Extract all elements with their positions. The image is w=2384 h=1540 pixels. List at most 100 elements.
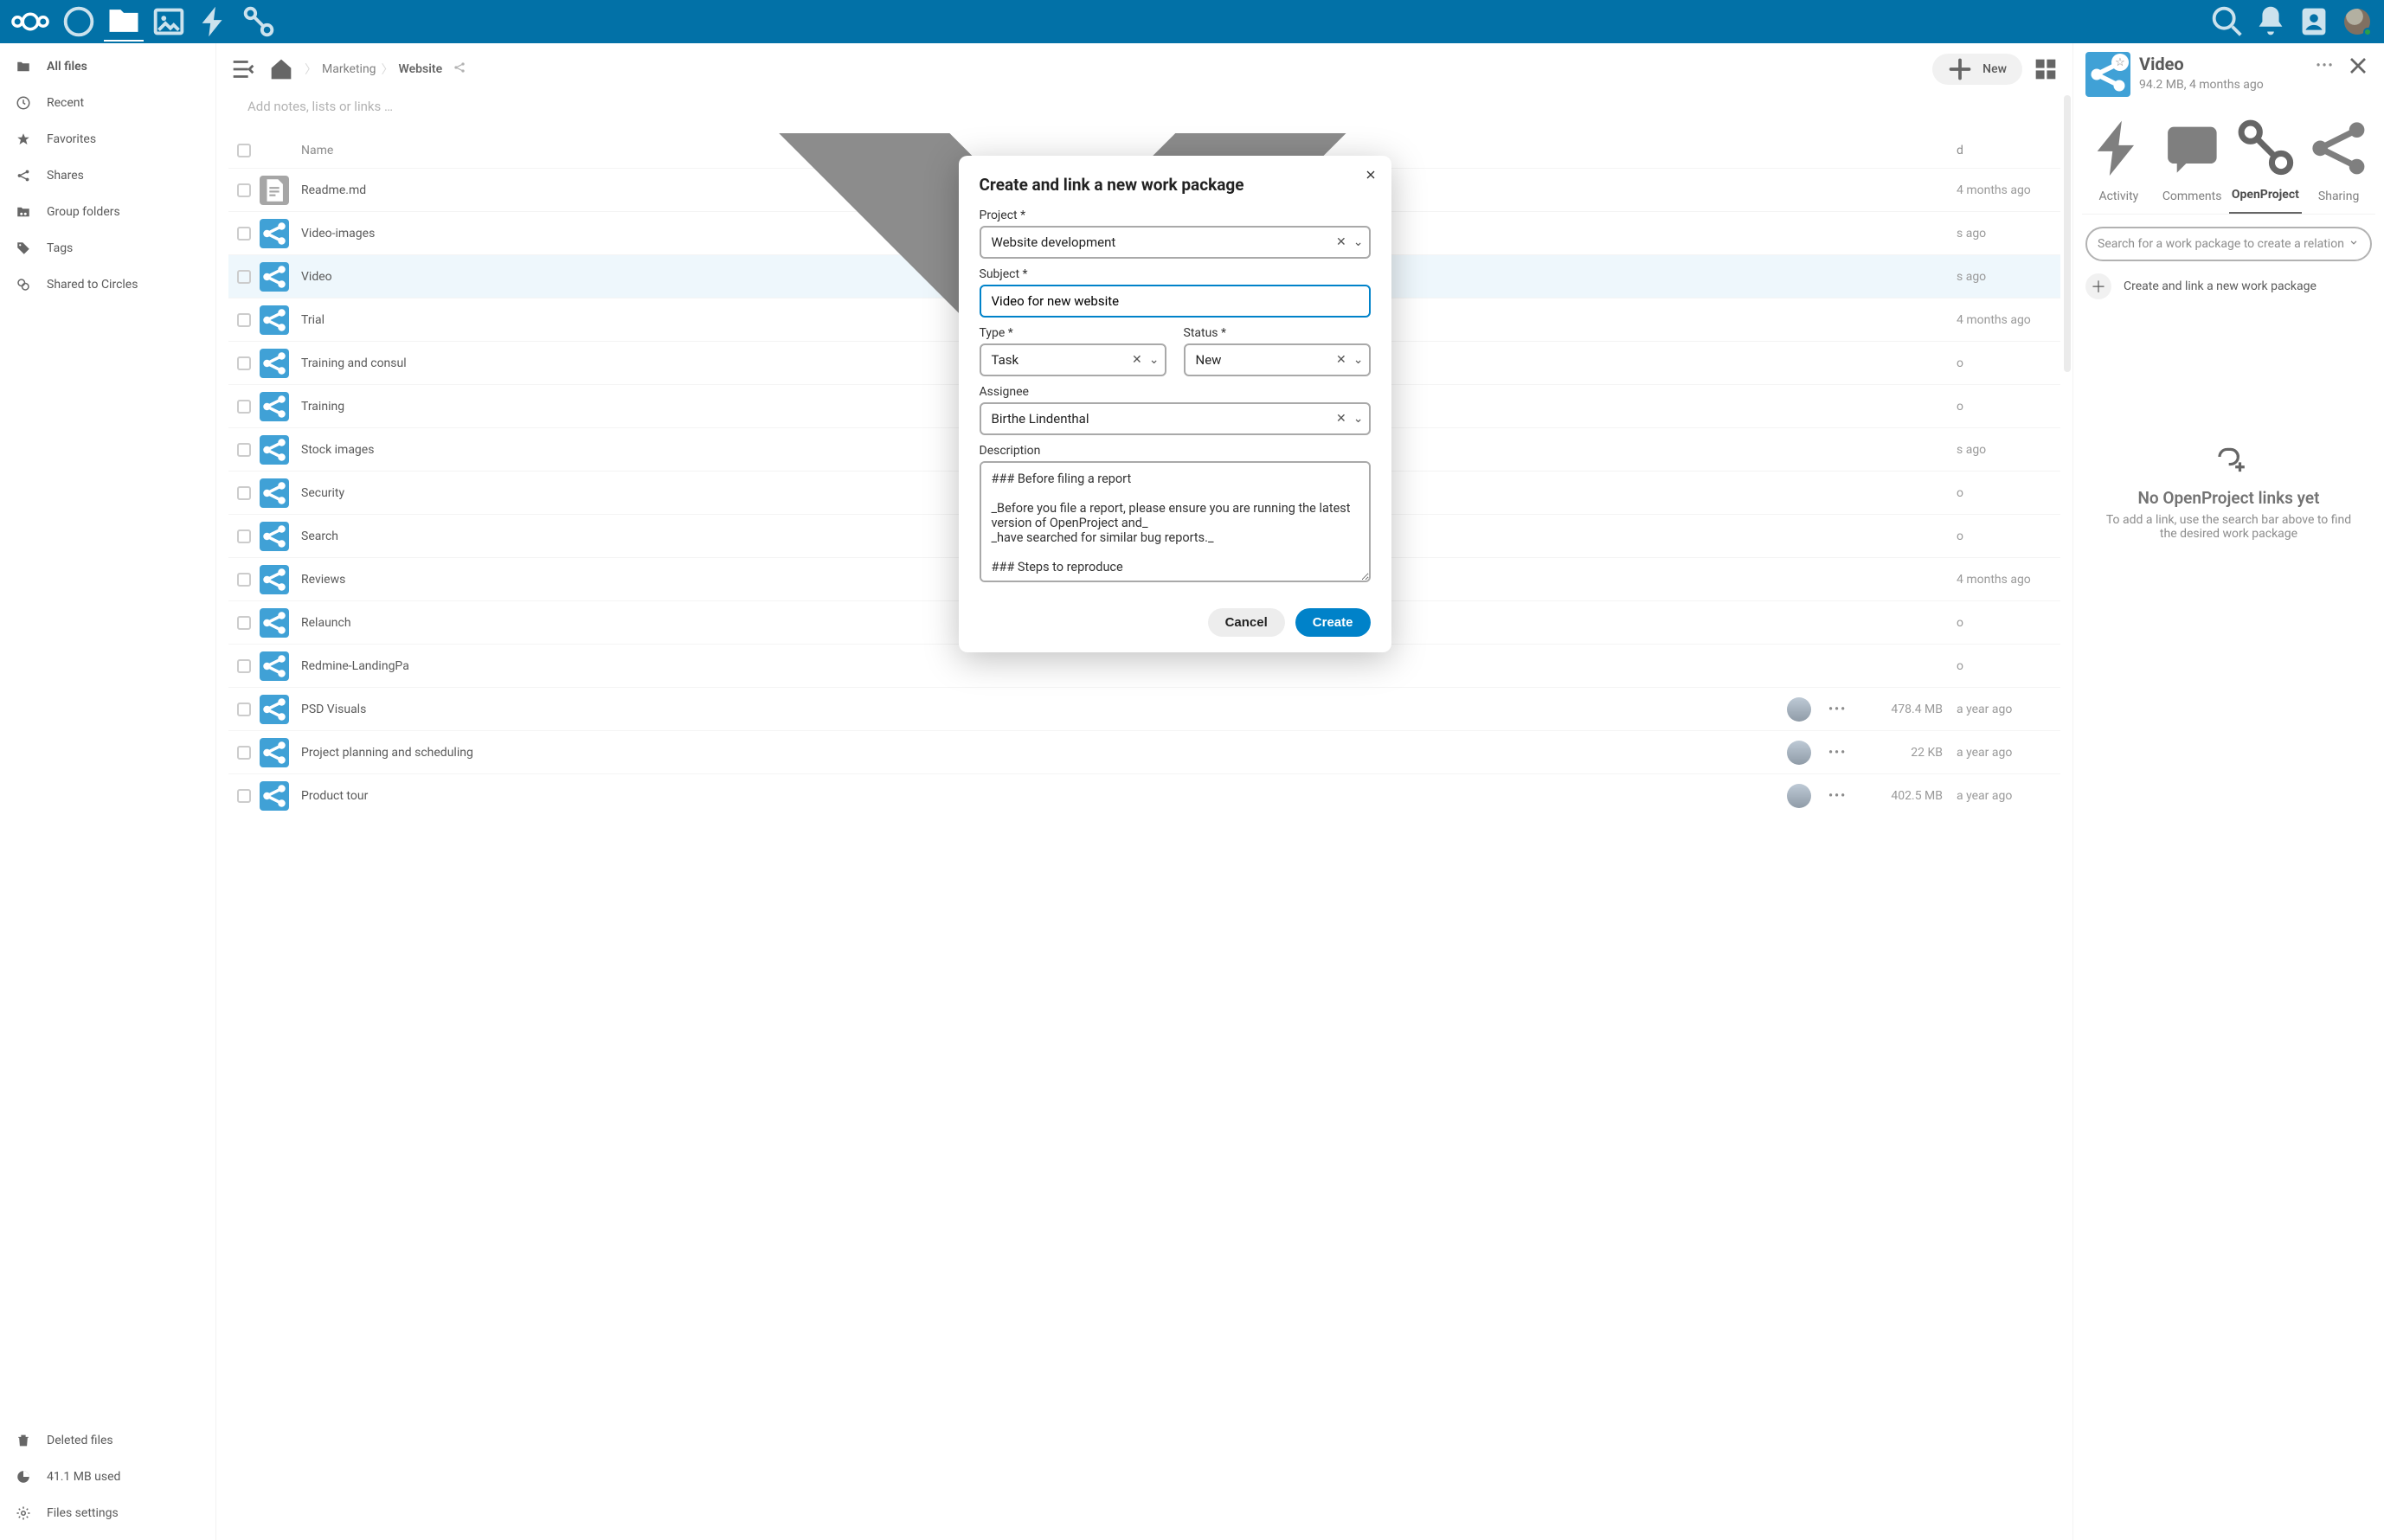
plus-icon: ＋ xyxy=(2085,273,2111,299)
file-modified: a year ago xyxy=(1957,703,2060,716)
row-checkbox[interactable] xyxy=(237,227,251,241)
chevron-down-icon[interactable]: ⌄ xyxy=(1353,353,1364,367)
column-name[interactable]: Name xyxy=(301,144,333,157)
sidebar-item-shared-to-circles[interactable]: Shared to Circles xyxy=(0,266,215,303)
assignee-label: Assignee xyxy=(980,385,1371,399)
subject-input[interactable] xyxy=(980,285,1371,318)
clear-icon[interactable]: ✕ xyxy=(1132,353,1142,367)
row-checkbox[interactable] xyxy=(237,183,251,197)
clear-icon[interactable]: ✕ xyxy=(1336,235,1346,249)
row-checkbox[interactable] xyxy=(237,486,251,500)
row-actions-icon[interactable]: ••• xyxy=(1828,746,1847,760)
row-checkbox[interactable] xyxy=(237,443,251,457)
more-actions-icon[interactable]: ••• xyxy=(2311,52,2339,80)
breadcrumb-item[interactable]: Marketing xyxy=(322,62,376,76)
breadcrumb-item-current[interactable]: Website xyxy=(399,62,443,76)
scrollbar-thumb[interactable] xyxy=(2064,95,2071,372)
modal-title: Create and link a new work package xyxy=(980,175,1371,195)
shared-folder-icon xyxy=(260,262,289,292)
row-checkbox[interactable] xyxy=(237,703,251,716)
sidebar-item-group-folders[interactable]: Group folders xyxy=(0,194,215,230)
empty-title: No OpenProject links yet xyxy=(2137,488,2319,508)
chevron-down-icon[interactable]: ⌄ xyxy=(1353,235,1364,249)
file-modified: o xyxy=(1957,529,2060,543)
shared-folder-icon xyxy=(260,435,289,465)
tab-comments[interactable]: Comments xyxy=(2156,104,2229,214)
subject-label: Subject * xyxy=(980,267,1371,281)
row-actions-icon[interactable]: ••• xyxy=(1828,789,1847,803)
grid-view-icon[interactable] xyxy=(2031,55,2060,84)
notes-placeholder[interactable]: Add notes, lists or links … xyxy=(216,95,2072,133)
row-checkbox[interactable] xyxy=(237,616,251,630)
sidebar-item-shares[interactable]: Shares xyxy=(0,157,215,194)
column-modified[interactable]: d xyxy=(1957,144,1963,157)
row-checkbox[interactable] xyxy=(237,313,251,327)
tab-sharing[interactable]: Sharing xyxy=(2302,104,2375,214)
assignee-select[interactable]: Birthe Lindenthal xyxy=(980,402,1371,435)
clear-icon[interactable]: ✕ xyxy=(1336,353,1346,367)
row-checkbox[interactable] xyxy=(237,573,251,587)
chevron-down-icon[interactable]: ⌄ xyxy=(1149,353,1160,367)
tab-openproject[interactable]: OpenProject xyxy=(2229,104,2303,214)
row-checkbox[interactable] xyxy=(237,746,251,760)
row-checkbox[interactable] xyxy=(237,659,251,673)
notifications-icon[interactable] xyxy=(2251,2,2291,42)
file-modified: a year ago xyxy=(1957,789,2060,803)
row-actions-icon[interactable]: ••• xyxy=(1828,703,1847,716)
file-modified: a year ago xyxy=(1957,746,2060,760)
share-icon[interactable] xyxy=(453,61,466,78)
shared-folder-icon xyxy=(260,651,289,681)
link-plus-icon xyxy=(2207,438,2251,476)
select-all-checkbox[interactable] xyxy=(237,144,251,157)
contacts-icon[interactable] xyxy=(2294,2,2334,42)
file-size: 22 KB xyxy=(1870,746,1957,760)
row-checkbox[interactable] xyxy=(237,356,251,370)
cancel-button[interactable]: Cancel xyxy=(1208,608,1285,637)
flow-app-icon[interactable] xyxy=(239,2,279,42)
create-link-workpackage-button[interactable]: ＋ Create and link a new work package xyxy=(2085,273,2372,299)
home-icon[interactable] xyxy=(267,55,296,84)
owner-avatar[interactable] xyxy=(1787,784,1811,808)
create-workpackage-modal: Create and link a new work package Proje… xyxy=(959,156,1391,652)
tab-activity[interactable]: Activity xyxy=(2082,104,2156,214)
project-select[interactable]: Website development xyxy=(980,226,1371,259)
user-avatar[interactable] xyxy=(2337,2,2377,42)
new-button[interactable]: New xyxy=(1932,54,2022,85)
close-details-icon[interactable] xyxy=(2344,52,2372,80)
status-label: Status * xyxy=(1184,326,1371,340)
project-label: Project * xyxy=(980,209,1371,222)
row-checkbox[interactable] xyxy=(237,789,251,803)
chevron-down-icon[interactable]: ⌄ xyxy=(1353,412,1364,426)
sidebar-item-files-settings[interactable]: Files settings xyxy=(0,1495,215,1531)
owner-avatar[interactable] xyxy=(1787,697,1811,722)
search-icon[interactable] xyxy=(2207,2,2247,42)
owner-avatar[interactable] xyxy=(1787,741,1811,765)
row-checkbox[interactable] xyxy=(237,270,251,284)
sidebar-item-41-1-mb-used[interactable]: 41.1 MB used xyxy=(0,1459,215,1495)
photos-app-icon[interactable] xyxy=(149,2,189,42)
create-button[interactable]: Create xyxy=(1295,608,1371,637)
file-modified: s ago xyxy=(1957,443,2060,457)
folder-icon xyxy=(16,59,31,74)
file-thumbnail-icon: ☆ xyxy=(2085,52,2130,97)
sidebar-item-recent[interactable]: Recent xyxy=(0,85,215,121)
sidebar-item-all-files[interactable]: All files xyxy=(0,48,215,85)
activity-app-icon[interactable] xyxy=(194,2,234,42)
clear-icon[interactable]: ✕ xyxy=(1336,412,1346,426)
favorite-star-icon[interactable]: ☆ xyxy=(2111,54,2129,71)
description-textarea[interactable] xyxy=(980,461,1371,582)
nextcloud-logo-icon[interactable] xyxy=(7,9,54,35)
dashboard-app-icon[interactable] xyxy=(59,2,99,42)
sidebar-item-favorites[interactable]: Favorites xyxy=(0,121,215,157)
close-modal-icon[interactable] xyxy=(1364,168,1378,186)
search-workpackage-input[interactable]: Search for a work package to create a re… xyxy=(2085,227,2372,261)
file-modified: o xyxy=(1957,616,2060,630)
files-app-icon[interactable] xyxy=(104,2,144,42)
sidebar-item-tags[interactable]: Tags xyxy=(0,230,215,266)
sidebar-item-deleted-files[interactable]: Deleted files xyxy=(0,1422,215,1459)
row-checkbox[interactable] xyxy=(237,529,251,543)
app-header xyxy=(0,0,2384,43)
toggle-sidebar-icon[interactable] xyxy=(228,55,258,84)
file-modified: 4 months ago xyxy=(1957,573,2060,587)
row-checkbox[interactable] xyxy=(237,400,251,414)
